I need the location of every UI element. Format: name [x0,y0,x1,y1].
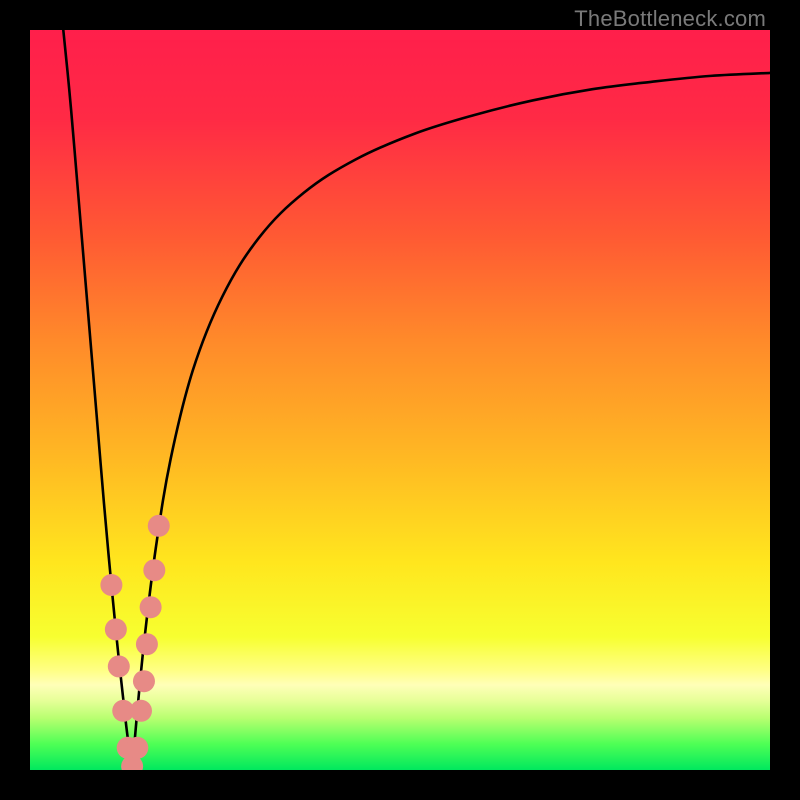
marker-dot [100,574,122,596]
marker-dot [140,596,162,618]
chart-frame: TheBottleneck.com [0,0,800,800]
marker-dot [148,515,170,537]
marker-dot [108,655,130,677]
marker-dot [143,559,165,581]
marker-dot [105,618,127,640]
plot-area [30,30,770,770]
marker-dot [130,700,152,722]
watermark-text: TheBottleneck.com [574,6,766,32]
chart-curves [30,30,770,770]
marker-dot [136,633,158,655]
marker-dot [133,670,155,692]
curve-right-branch [132,73,770,770]
marker-dot [126,737,148,759]
